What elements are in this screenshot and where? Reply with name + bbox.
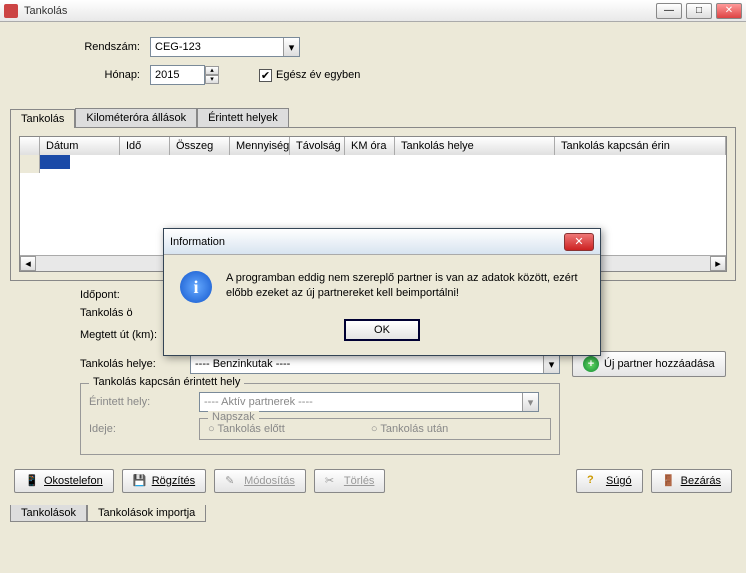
modal-titlebar: Information ✕: [164, 229, 600, 255]
info-icon: i: [180, 271, 212, 303]
ok-button[interactable]: OK: [344, 319, 420, 341]
modal-close-button[interactable]: ✕: [564, 233, 594, 251]
modal-text: A programban eddig nem szereplő partner …: [226, 271, 584, 302]
info-modal: Information ✕ i A programban eddig nem s…: [163, 228, 601, 356]
modal-title: Information: [170, 236, 564, 248]
modal-overlay: Information ✕ i A programban eddig nem s…: [0, 0, 746, 573]
